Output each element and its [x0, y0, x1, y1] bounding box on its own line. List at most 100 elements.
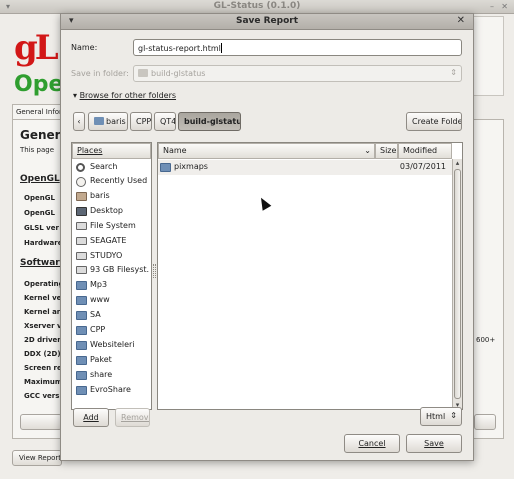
place-paket[interactable]: Paket	[74, 353, 150, 368]
place-desktop[interactable]: Desktop	[74, 204, 150, 219]
main-window-title: GL-Status (0.1.0)	[213, 1, 301, 11]
opengl-label: OpenGL	[24, 209, 55, 217]
opengl-label: GLSL ver	[24, 224, 59, 232]
place-cpp[interactable]: CPP	[74, 323, 150, 338]
software-label: Kernel ve	[24, 294, 62, 302]
software-label: Xserver v	[24, 322, 62, 330]
save-in-folder-label: Save in folder:	[71, 69, 129, 78]
folder-icon	[76, 341, 87, 350]
scroll-up-icon[interactable]: ▴	[453, 159, 462, 167]
place-studyo[interactable]: STUDYO	[74, 249, 150, 264]
pane-splitter-handle[interactable]	[153, 264, 156, 278]
create-folder-button[interactable]: Create Folder	[406, 112, 462, 131]
save-report-dialog: ▾ Save Report ✕ Name: gl-status-report.h…	[60, 13, 474, 461]
sort-arrow-icon: ⌄	[364, 146, 371, 155]
place-sa[interactable]: SA	[74, 308, 150, 323]
view-report-button[interactable]: View Report	[12, 450, 62, 466]
software-label: Operating	[24, 280, 64, 288]
add-bookmark-button[interactable]: Add	[73, 408, 109, 427]
bg-button[interactable]	[474, 414, 496, 430]
app-logo: gL Ope	[14, 28, 64, 97]
folder-icon	[160, 163, 171, 172]
drive-icon	[76, 222, 87, 230]
place-mp3[interactable]: Mp3	[74, 278, 150, 293]
bg-button[interactable]	[20, 414, 62, 430]
place-seagate[interactable]: SEAGATE	[74, 234, 150, 249]
folder-icon	[76, 386, 87, 395]
place-share[interactable]: share	[74, 368, 150, 383]
software-header: Software	[20, 258, 66, 268]
main-titlebar: ▾ GL-Status (0.1.0) – ✕	[0, 0, 514, 14]
dialog-title: Save Report	[235, 16, 299, 26]
place-home[interactable]: baris	[74, 189, 150, 204]
spin-arrows-icon: ⇕	[450, 411, 457, 420]
software-label: Maximum	[24, 378, 63, 386]
place-www[interactable]: www	[74, 293, 150, 308]
save-in-folder-combo: build-glstatus ⇕	[133, 65, 462, 82]
filename-input[interactable]: gl-status-report.html	[133, 39, 462, 56]
folder-icon	[76, 371, 87, 380]
desktop-icon	[76, 207, 87, 216]
drive-icon	[76, 266, 87, 274]
files-pane: Name ⌄ Size Modified pixmaps 03/07/2011 ▴…	[157, 142, 463, 410]
close-icon[interactable]: ✕	[501, 2, 508, 11]
software-label: GCC vers	[24, 392, 60, 400]
minimize-icon[interactable]: –	[490, 2, 494, 11]
folder-icon	[76, 356, 87, 365]
browse-label: Browse for other folders	[79, 91, 177, 100]
folder-icon	[76, 296, 87, 305]
places-header[interactable]: Places	[72, 143, 151, 159]
scrollbar-thumb[interactable]	[454, 169, 461, 399]
path-back-button[interactable]: ‹	[73, 112, 85, 131]
drive-icon	[76, 252, 87, 260]
place-evroshare[interactable]: EvroShare	[74, 383, 150, 398]
recent-icon	[76, 177, 86, 187]
folder-icon	[76, 326, 87, 335]
place-file-system[interactable]: File System	[74, 219, 150, 234]
file-name: pixmaps	[174, 162, 208, 171]
folder-icon	[76, 311, 87, 320]
places-pane: Places Search Recently Used baris Deskto…	[71, 142, 152, 410]
place-search[interactable]: Search	[74, 160, 150, 175]
folder-icon	[138, 69, 148, 77]
browse-expander[interactable]: ▾ Browse for other folders	[73, 91, 176, 100]
files-scrollbar[interactable]: ▴ ▾	[452, 159, 462, 409]
path-button-baris[interactable]: baris	[88, 112, 128, 131]
spin-arrows-icon: ⇕	[450, 68, 457, 77]
cancel-button[interactable]: Cancel	[344, 434, 400, 453]
file-filter-combo[interactable]: Html ⇕	[420, 407, 462, 426]
dialog-titlebar: ▾ Save Report ✕	[61, 14, 473, 30]
right-panel	[470, 16, 504, 96]
home-folder-icon	[94, 117, 104, 125]
name-label: Name:	[71, 43, 98, 52]
remove-bookmark-button: Remove	[115, 408, 150, 427]
software-label: 2D driver	[24, 336, 61, 344]
opengl-header: OpenGL	[20, 174, 60, 184]
software-label: DDX (2D)	[24, 350, 61, 358]
opengl-label: Hardware	[24, 239, 63, 247]
value-text: 600+	[476, 336, 496, 344]
path-button-build-glstatus[interactable]: build-glstatus	[178, 112, 241, 131]
place-filesystem-93gb[interactable]: 93 GB Filesyst...	[74, 263, 150, 278]
place-recently-used[interactable]: Recently Used	[74, 174, 150, 189]
file-row[interactable]: pixmaps 03/07/2011	[158, 160, 452, 175]
software-label: Kernel ar	[24, 308, 61, 316]
expander-arrow-icon: ▾	[73, 91, 78, 100]
column-name-header[interactable]: Name ⌄	[158, 143, 375, 159]
opengl-label: OpenGL	[24, 194, 55, 202]
search-icon	[76, 163, 85, 172]
place-websiteleri[interactable]: Websiteleri	[74, 338, 150, 353]
path-button-cpp[interactable]: CPP	[130, 112, 152, 131]
column-size-header[interactable]: Size	[375, 143, 398, 159]
folder-icon	[76, 281, 87, 290]
drive-icon	[76, 237, 87, 245]
tab-general-information[interactable]: General Information	[12, 104, 62, 120]
file-modified: 03/07/2011	[399, 162, 446, 171]
software-label: Screen re	[24, 364, 62, 372]
mouse-pointer-icon	[256, 195, 272, 211]
save-button[interactable]: Save	[406, 434, 462, 453]
general-subtitle: This page	[20, 146, 55, 154]
path-button-qt4[interactable]: QT4	[154, 112, 176, 131]
column-modified-header[interactable]: Modified	[398, 143, 452, 159]
close-icon[interactable]: ✕	[457, 15, 465, 26]
